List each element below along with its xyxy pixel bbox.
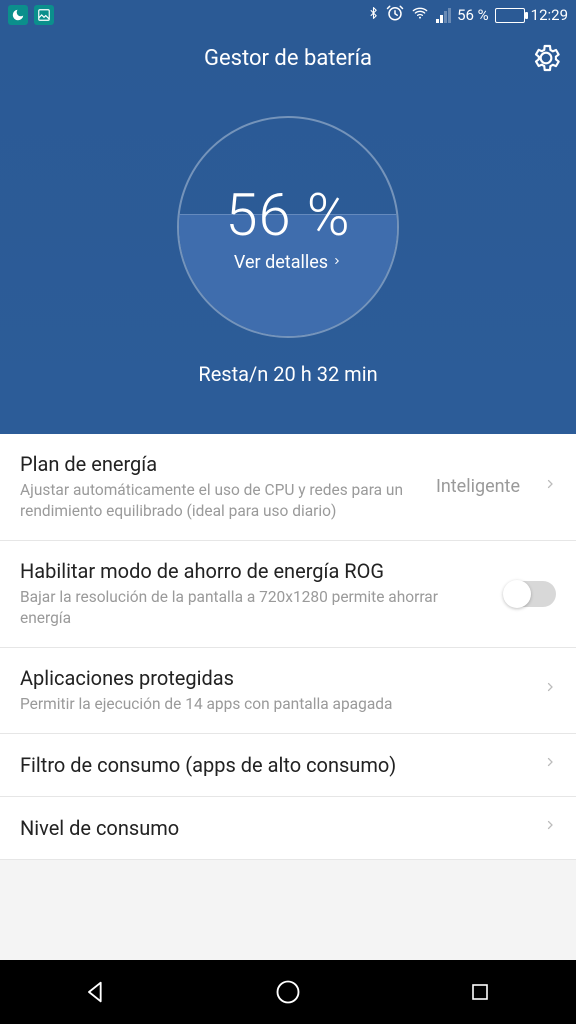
navigation-bar — [0, 960, 576, 1024]
chevron-right-icon — [544, 752, 556, 778]
dnd-icon — [8, 5, 28, 25]
chevron-right-icon — [332, 252, 342, 273]
rog-sub: Bajar la resolución de la pantalla a 720… — [20, 587, 490, 629]
power-plan-item[interactable]: Plan de energía Ajustar automáticamente … — [0, 434, 576, 541]
remaining-time: Resta/n 20 h 32 min — [198, 338, 377, 410]
protected-apps-title: Aplicaciones protegidas — [20, 666, 530, 690]
power-plan-sub: Ajustar automáticamente el uso de CPU y … — [20, 480, 422, 522]
alarm-icon — [386, 4, 404, 26]
back-button[interactable] — [76, 972, 116, 1012]
gallery-icon — [34, 5, 54, 25]
chevron-right-icon — [544, 677, 556, 703]
rog-title: Habilitar modo de ahorro de energía ROG — [20, 559, 490, 583]
status-battery-pct: 56 % — [457, 6, 489, 24]
protected-apps-item[interactable]: Aplicaciones protegidas Permitir la ejec… — [0, 648, 576, 734]
home-button[interactable] — [268, 972, 308, 1012]
consumption-level-title: Nivel de consumo — [20, 816, 530, 840]
consumption-filter-item[interactable]: Filtro de consumo (apps de alto consumo) — [0, 734, 576, 797]
page-title: Gestor de batería — [204, 46, 372, 71]
rog-mode-item: Habilitar modo de ahorro de energía ROG … — [0, 541, 576, 648]
protected-apps-sub: Permitir la ejecución de 14 apps con pan… — [20, 694, 530, 715]
gauge-percent: 56 % — [225, 182, 350, 250]
signal-icon — [436, 8, 451, 23]
power-plan-value: Inteligente — [436, 476, 520, 497]
recents-button[interactable] — [460, 972, 500, 1012]
status-bar: 56 % 12:29 — [0, 0, 576, 30]
consumption-filter-title: Filtro de consumo (apps de alto consumo) — [20, 753, 530, 777]
gauge-details-label: Ver detalles — [234, 252, 328, 273]
settings-button[interactable] — [530, 42, 562, 74]
gauge-details-link[interactable]: Ver detalles — [234, 252, 342, 273]
settings-list: Plan de energía Ajustar automáticamente … — [0, 434, 576, 960]
consumption-level-item[interactable]: Nivel de consumo — [0, 797, 576, 860]
chevron-right-icon — [544, 815, 556, 841]
battery-icon — [495, 8, 525, 23]
chevron-right-icon — [544, 474, 556, 500]
rog-toggle[interactable] — [504, 581, 556, 607]
battery-gauge[interactable]: 56 % Ver detalles — [177, 116, 399, 338]
power-plan-title: Plan de energía — [20, 452, 422, 476]
status-time: 12:29 — [531, 6, 568, 24]
wifi-icon — [410, 5, 430, 25]
bluetooth-icon — [367, 4, 380, 26]
header: Gestor de batería 56 % Ver detalles Rest… — [0, 30, 576, 434]
